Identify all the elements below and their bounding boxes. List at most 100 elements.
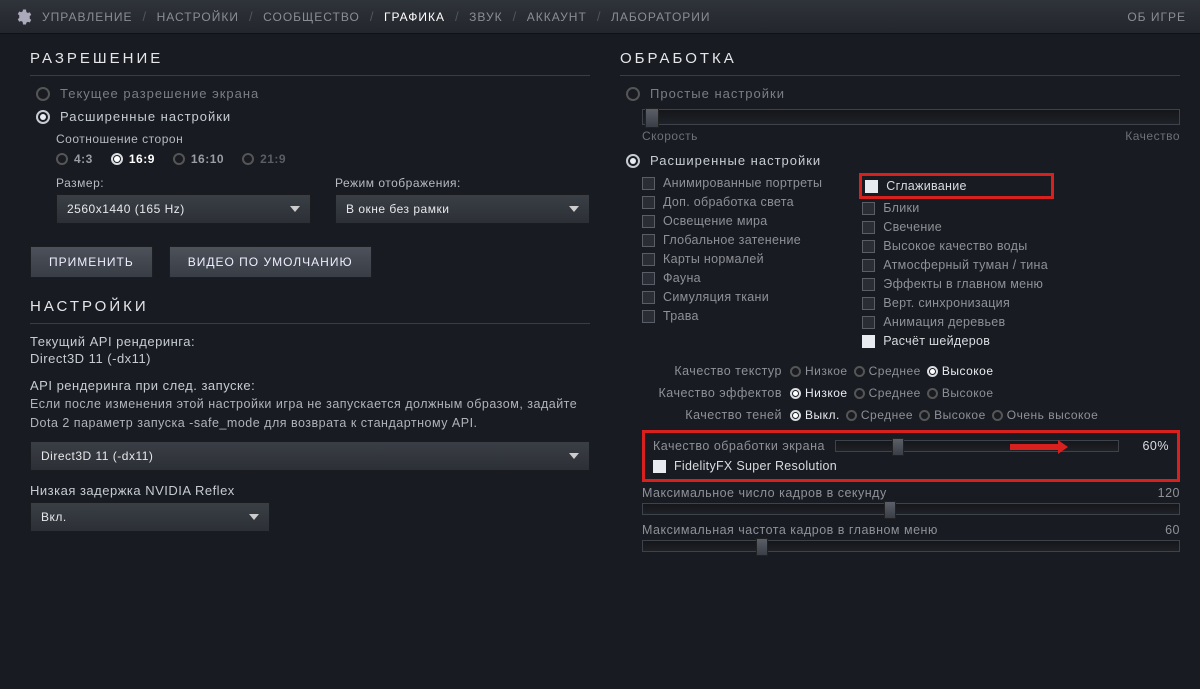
checkbox-icon: [862, 221, 875, 234]
quality-option[interactable]: Выкл.: [790, 408, 840, 422]
max-fps-slider[interactable]: [642, 503, 1180, 515]
tab-аккаунт[interactable]: АККАУНТ: [527, 10, 587, 24]
checkbox-icon: [862, 259, 875, 272]
checkbox-icon: [642, 253, 655, 266]
checkbox-option[interactable]: Фауна: [642, 271, 822, 285]
checkbox-icon: [862, 316, 875, 329]
size-select[interactable]: 2560x1440 (165 Hz): [56, 194, 311, 224]
quality-option[interactable]: Среднее: [846, 408, 913, 422]
checkbox-option[interactable]: Глобальное затенение: [642, 233, 822, 247]
current-api-value: Direct3D 11 (-dx11): [30, 351, 590, 366]
next-api-label: API рендеринга при след. запуске:: [30, 378, 590, 393]
checkbox-icon: [642, 291, 655, 304]
radio-advanced-rendering[interactable]: Расширенные настройки: [626, 153, 1180, 168]
radio-icon: [36, 87, 50, 101]
quality-option[interactable]: Высокое: [919, 408, 986, 422]
checkbox-icon: [653, 460, 666, 473]
menu-fps-slider[interactable]: [642, 540, 1180, 552]
checkbox-icon: [642, 234, 655, 247]
quality-option[interactable]: Высокое: [927, 386, 994, 400]
left-column: РАЗРЕШЕНИЕ Текущее разрешение экрана Рас…: [30, 44, 590, 560]
render-quality-label: Качество обработки экрана: [653, 439, 825, 453]
right-column: ОБРАБОТКА Простые настройки Скорость Кач…: [620, 44, 1180, 560]
checkbox-icon: [862, 297, 875, 310]
checkbox-icon: [862, 240, 875, 253]
quality-option[interactable]: Очень высокое: [992, 408, 1099, 422]
checkbox-option[interactable]: Симуляция ткани: [642, 290, 822, 304]
checkbox-option[interactable]: Трава: [642, 309, 822, 323]
api-note: Если после изменения этой настройки игра…: [30, 395, 590, 433]
checkbox-icon: [642, 215, 655, 228]
tab-звук[interactable]: ЗВУК: [469, 10, 502, 24]
fsr-checkbox[interactable]: FidelityFX Super Resolution: [653, 459, 1169, 473]
top-bar: УПРАВЛЕНИЕ/НАСТРОЙКИ/СООБЩЕСТВО/ГРАФИКА/…: [0, 0, 1200, 34]
render-quality-slider[interactable]: [835, 440, 1119, 452]
checkbox-option[interactable]: Верт. синхронизация: [862, 296, 1048, 310]
checkbox-option[interactable]: Доп. обработка света: [642, 195, 822, 209]
aspect-16-9[interactable]: 16:9: [111, 152, 155, 166]
checkbox-icon: [642, 272, 655, 285]
resolution-title: РАЗРЕШЕНИЕ: [30, 44, 590, 76]
simple-quality-slider[interactable]: [642, 109, 1180, 125]
aspect-ratio-options: 4:3 16:9 16:10 21:9: [56, 152, 590, 166]
tab-сообщество[interactable]: СООБЩЕСТВО: [263, 10, 360, 24]
apply-button[interactable]: ПРИМЕНИТЬ: [30, 246, 153, 278]
size-label: Размер:: [56, 176, 311, 190]
reflex-select[interactable]: Вкл.: [30, 502, 270, 532]
checkbox-option[interactable]: Анимированные портреты: [642, 176, 822, 190]
checkbox-icon: [642, 177, 655, 190]
checkbox-icon: [642, 310, 655, 323]
aspect-16-10[interactable]: 16:10: [173, 152, 224, 166]
max-fps-label: Максимальное число кадров в секунду: [642, 486, 887, 500]
display-mode-select[interactable]: В окне без рамки: [335, 194, 590, 224]
checkbox-icon: [642, 196, 655, 209]
quality-option[interactable]: Среднее: [854, 364, 921, 378]
checkbox-option[interactable]: Атмосферный туман / тина: [862, 258, 1048, 272]
api-select[interactable]: Direct3D 11 (-dx11): [30, 441, 590, 471]
tab-управление[interactable]: УПРАВЛЕНИЕ: [42, 10, 133, 24]
settings-title: НАСТРОЙКИ: [30, 292, 590, 324]
slider-thumb[interactable]: [645, 108, 659, 128]
checkbox-col-left: Анимированные портреты Доп. обработка све…: [642, 176, 822, 348]
default-video-button[interactable]: ВИДЕО ПО УМОЛЧАНИЮ: [169, 246, 372, 278]
texture-quality-row: Качество текстур НизкоеСреднееВысокое: [642, 364, 1180, 378]
checkbox-option[interactable]: Блики: [862, 201, 1048, 215]
radio-icon: [626, 87, 640, 101]
slider-thumb[interactable]: [892, 438, 904, 456]
radio-icon: [626, 154, 640, 168]
checkbox-option[interactable]: Расчёт шейдеров: [862, 334, 1048, 348]
checkbox-icon: [862, 335, 875, 348]
aspect-4-3[interactable]: 4:3: [56, 152, 93, 166]
slider-thumb[interactable]: [884, 501, 896, 519]
radio-advanced-resolution[interactable]: Расширенные настройки: [36, 109, 590, 124]
checkbox-option[interactable]: Эффекты в главном меню: [862, 277, 1048, 291]
tab-графика[interactable]: ГРАФИКА: [384, 10, 445, 24]
checkbox-option[interactable]: Освещение мира: [642, 214, 822, 228]
rendering-title: ОБРАБОТКА: [620, 44, 1180, 76]
checkbox-option[interactable]: Анимация деревьев: [862, 315, 1048, 329]
checkbox-icon: [862, 278, 875, 291]
radio-icon: [36, 110, 50, 124]
tab-лаборатории[interactable]: ЛАБОРАТОРИИ: [611, 10, 711, 24]
quality-option[interactable]: Низкое: [790, 386, 848, 400]
quality-option[interactable]: Среднее: [854, 386, 921, 400]
gear-icon: [14, 8, 32, 26]
aspect-21-9[interactable]: 21:9: [242, 152, 286, 166]
slider-label-left: Скорость: [642, 129, 698, 143]
quality-option[interactable]: Высокое: [927, 364, 994, 378]
radio-current-resolution[interactable]: Текущее разрешение экрана: [36, 86, 590, 101]
effects-quality-row: Качество эффектов НизкоеСреднееВысокое: [642, 386, 1180, 400]
checkbox-option[interactable]: Карты нормалей: [642, 252, 822, 266]
checkbox-option[interactable]: Сглаживание: [859, 173, 1054, 199]
about-link[interactable]: ОБ ИГРЕ: [1127, 10, 1186, 24]
tab-настройки[interactable]: НАСТРОЙКИ: [157, 10, 239, 24]
slider-thumb[interactable]: [756, 538, 768, 556]
radio-simple-rendering[interactable]: Простые настройки: [626, 86, 1180, 101]
checkbox-icon: [865, 180, 878, 193]
mode-label: Режим отображения:: [335, 176, 590, 190]
menu-fps-value: 60: [1165, 523, 1180, 537]
chevron-down-icon: [569, 206, 579, 212]
quality-option[interactable]: Низкое: [790, 364, 848, 378]
checkbox-option[interactable]: Свечение: [862, 220, 1048, 234]
checkbox-option[interactable]: Высокое качество воды: [862, 239, 1048, 253]
